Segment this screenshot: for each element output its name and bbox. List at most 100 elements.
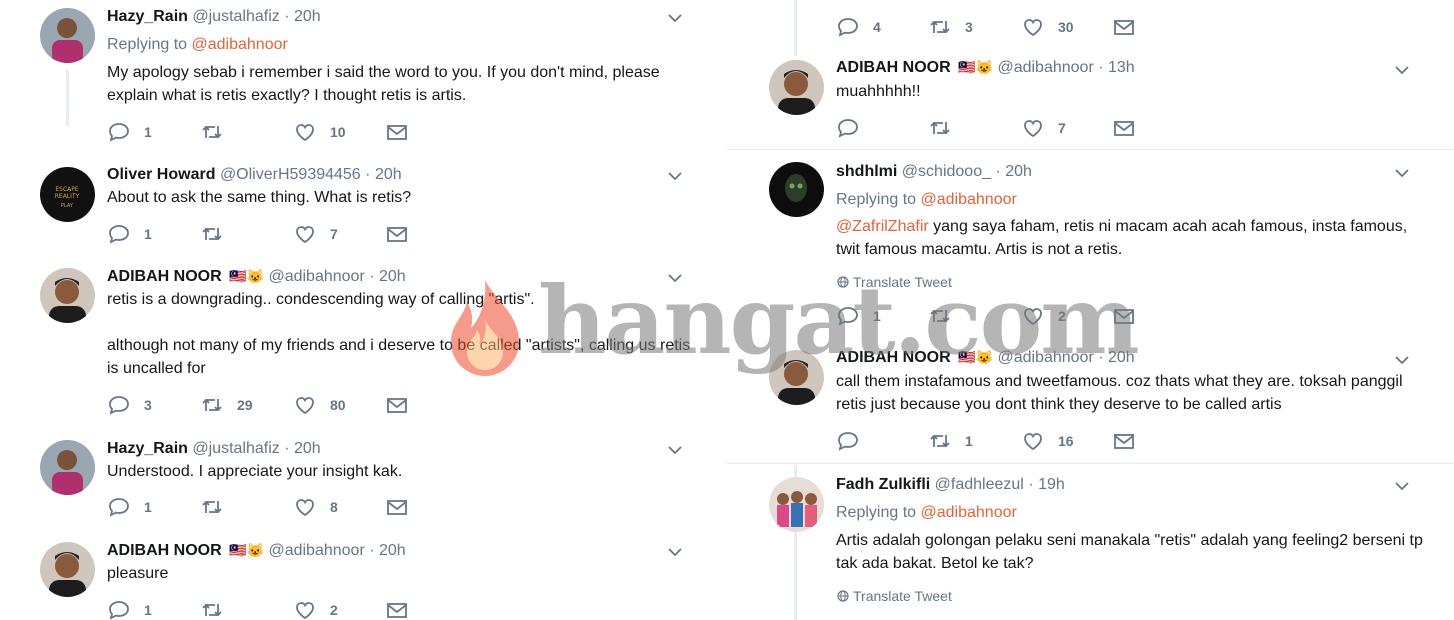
tweet[interactable]: ADIBAH NOOR 🇲🇾😺 @adibahnoor · 20h call t… — [727, 343, 1454, 461]
message-button[interactable] — [386, 496, 408, 518]
reply-button[interactable]: 1 — [108, 223, 152, 245]
avatar[interactable] — [40, 542, 95, 597]
chevron-down-icon[interactable] — [667, 547, 683, 557]
chevron-down-icon[interactable] — [1394, 65, 1410, 75]
avatar[interactable]: ESCAPE REALITY PLAY — [40, 167, 95, 222]
user-handle[interactable]: @OliverH59394456 — [220, 166, 361, 183]
user-handle[interactable]: @adibahnoor — [997, 59, 1093, 76]
user-handle[interactable]: @adibahnoor — [997, 349, 1093, 366]
avatar[interactable] — [769, 350, 824, 405]
mention-link[interactable]: @adibahnoor — [921, 191, 1017, 208]
display-name[interactable]: Oliver Howard — [107, 166, 215, 183]
message-button[interactable] — [386, 599, 408, 620]
mention-link[interactable]: @ZafrilZhafir — [836, 218, 929, 235]
display-name[interactable]: Fadh Zulkifli — [836, 476, 930, 493]
display-name[interactable]: shdhlmi — [836, 163, 897, 180]
message-button[interactable] — [1113, 305, 1135, 327]
like-button[interactable]: 80 — [294, 394, 346, 416]
like-button[interactable]: 2 — [294, 599, 338, 620]
tweet-time[interactable]: 20h — [294, 8, 321, 25]
message-button[interactable] — [386, 223, 408, 245]
user-handle[interactable]: @justalhafiz — [192, 440, 279, 457]
message-button[interactable] — [386, 394, 408, 416]
retweet-button[interactable] — [929, 117, 965, 139]
user-handle[interactable]: @adibahnoor — [268, 542, 364, 559]
mention-link[interactable]: @adibahnoor — [921, 504, 1017, 521]
like-button[interactable]: 2 — [1022, 305, 1066, 327]
tweet-time[interactable]: 20h — [1108, 349, 1135, 366]
avatar[interactable] — [769, 60, 824, 115]
reply-button[interactable] — [837, 430, 873, 452]
message-button[interactable] — [1113, 430, 1135, 452]
user-handle[interactable]: @fadhleezul — [935, 476, 1024, 493]
chevron-down-icon[interactable] — [1394, 355, 1410, 365]
retweet-icon — [930, 434, 950, 448]
tweet-time[interactable]: 19h — [1038, 476, 1065, 493]
user-handle[interactable]: @adibahnoor — [268, 268, 364, 285]
retweet-button[interactable]: 3 — [929, 16, 973, 38]
display-name[interactable]: ADIBAH NOOR — [836, 349, 951, 366]
display-name[interactable]: Hazy_Rain — [107, 440, 188, 457]
avatar[interactable] — [40, 8, 95, 63]
display-name[interactable]: ADIBAH NOOR — [107, 268, 222, 285]
retweet-button[interactable] — [201, 223, 237, 245]
chevron-down-icon[interactable] — [667, 445, 683, 455]
tweet-time[interactable]: 20h — [1005, 163, 1032, 180]
avatar[interactable] — [40, 440, 95, 495]
like-button[interactable]: 7 — [294, 223, 338, 245]
retweet-button[interactable]: 1 — [929, 430, 973, 452]
avatar[interactable] — [769, 162, 824, 217]
tweet[interactable]: Fadh Zulkifli @fadhleezul · 19h Replying… — [727, 468, 1454, 620]
like-button[interactable]: 16 — [1022, 430, 1074, 452]
tweet-time[interactable]: 20h — [375, 166, 402, 183]
like-button[interactable]: 7 — [1022, 117, 1066, 139]
message-button[interactable] — [1113, 117, 1135, 139]
chevron-down-icon[interactable] — [667, 273, 683, 283]
like-button[interactable]: 30 — [1022, 16, 1074, 38]
tweet[interactable]: Hazy_Rain @justalhafiz · 20h Replying to… — [0, 0, 700, 160]
chevron-down-icon[interactable] — [1394, 481, 1410, 491]
translate-tweet[interactable]: Translate Tweet — [837, 588, 952, 604]
reply-button[interactable]: 1 — [108, 496, 152, 518]
tweet[interactable]: ADIBAH NOOR 🇲🇾😺 @adibahnoor · 20h pleasu… — [0, 536, 700, 620]
reply-button[interactable]: 3 — [108, 394, 152, 416]
tweet[interactable]: Hazy_Rain @justalhafiz · 20h Understood.… — [0, 434, 700, 529]
retweet-button[interactable] — [929, 305, 965, 327]
reply-button[interactable]: 1 — [108, 599, 152, 620]
user-handle[interactable]: @schidooo_ — [902, 163, 991, 180]
reply-button[interactable]: 4 — [837, 16, 881, 38]
retweet-button[interactable] — [201, 121, 237, 143]
tweet-time[interactable]: 20h — [379, 542, 406, 559]
tweet-time[interactable]: 13h — [1108, 59, 1135, 76]
tweet-time[interactable]: 20h — [379, 268, 406, 285]
chevron-down-icon[interactable] — [667, 171, 683, 181]
retweet-icon — [930, 121, 950, 135]
tweet[interactable]: ADIBAH NOOR 🇲🇾😺 @adibahnoor · 13h muahhh… — [727, 53, 1454, 148]
display-name[interactable]: ADIBAH NOOR — [836, 59, 951, 76]
chevron-down-icon[interactable] — [1394, 168, 1410, 178]
retweet-button[interactable] — [201, 496, 237, 518]
tweet[interactable]: shdhlmi @schidooo_ · 20h Replying to @ad… — [727, 155, 1454, 345]
tweet[interactable]: ESCAPE REALITY PLAY Oliver Howard @OliverH… — [0, 160, 700, 255]
reply-button[interactable] — [837, 117, 873, 139]
user-handle[interactable]: @justalhafiz — [192, 8, 279, 25]
reply-button[interactable]: 1 — [837, 305, 881, 327]
retweet-button[interactable]: 29 — [201, 394, 253, 416]
message-button[interactable] — [1113, 16, 1135, 38]
mention-link[interactable]: @adibahnoor — [192, 36, 288, 53]
like-button[interactable]: 10 — [294, 121, 346, 143]
heart-icon — [296, 499, 314, 517]
tweet-line: although not many of my friends and i de… — [107, 337, 691, 377]
chevron-down-icon[interactable] — [667, 13, 683, 23]
reply-button[interactable]: 1 — [108, 121, 152, 143]
tweet[interactable]: ADIBAH NOOR 🇲🇾😺 @adibahnoor · 20h retis … — [0, 262, 700, 432]
avatar[interactable] — [769, 477, 824, 532]
tweet-time[interactable]: 20h — [294, 440, 321, 457]
message-button[interactable] — [386, 121, 408, 143]
display-name[interactable]: ADIBAH NOOR — [107, 542, 222, 559]
translate-tweet[interactable]: Translate Tweet — [837, 274, 952, 290]
avatar[interactable] — [40, 268, 95, 323]
like-button[interactable]: 8 — [294, 496, 338, 518]
retweet-button[interactable] — [201, 599, 237, 620]
display-name[interactable]: Hazy_Rain — [107, 8, 188, 25]
